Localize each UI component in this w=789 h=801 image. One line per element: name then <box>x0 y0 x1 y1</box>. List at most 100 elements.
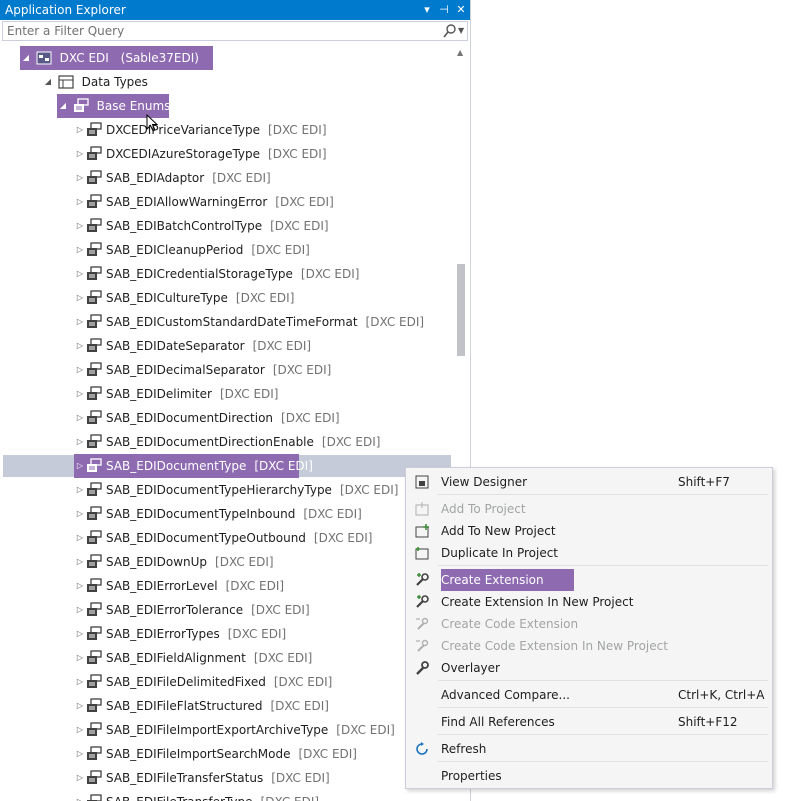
close-icon[interactable]: ✕ <box>454 2 468 18</box>
tree-node-enum[interactable]: ▷ SAB_EDIFileDelimitedFixed [DXC EDI] <box>74 670 332 694</box>
tree-node-enum[interactable]: ▷ SAB_EDIBatchControlType [DXC EDI] <box>74 214 329 238</box>
enum-icon <box>87 674 102 688</box>
enum-label: SAB_EDIBatchControlType <box>106 219 263 233</box>
expand-arrow-icon[interactable]: ▷ <box>74 742 86 766</box>
tree-node-enum[interactable]: ▷ SAB_EDICustomStandardDateTimeFormat [DXC… <box>74 310 424 334</box>
model-tag: [DXC EDI] <box>268 123 327 137</box>
expand-arrow-icon[interactable]: ▷ <box>74 718 86 742</box>
tree-node-enum[interactable]: ▷ SAB_EDIFileImportExportArchiveType [DXC … <box>74 718 395 742</box>
menu-separator <box>438 494 768 495</box>
expand-arrow-icon[interactable]: ▷ <box>74 550 86 574</box>
tree-node-enum[interactable]: ▷ DXCEDIPriceVarianceType [DXC EDI] <box>74 118 327 142</box>
menu-item-advanced-compare[interactable]: Advanced Compare... Ctrl+K, Ctrl+A <box>408 684 770 706</box>
search-icon[interactable] <box>442 23 458 39</box>
expand-arrow-icon[interactable]: ▷ <box>74 670 86 694</box>
expand-arrow-icon[interactable]: ▷ <box>74 598 86 622</box>
window-dropdown-icon[interactable]: ▾ <box>420 2 434 18</box>
menu-item-refresh[interactable]: Refresh <box>408 738 770 760</box>
tree-node-enum[interactable]: ▷ SAB_EDIAllowWarningError [DXC EDI] <box>74 190 334 214</box>
expand-arrow-icon[interactable]: ▷ <box>74 430 86 454</box>
tree-node-enum[interactable]: ▷ SAB_EDIDocumentTypeInbound [DXC EDI] <box>74 502 362 526</box>
tree-node-enum[interactable]: ▷ SAB_EDIFileTransferType [DXC EDI] <box>74 790 319 801</box>
expand-arrow-icon[interactable]: ▷ <box>74 790 86 801</box>
expand-arrow-icon[interactable]: ▷ <box>74 574 86 598</box>
tree-node-enum[interactable]: ▷ SAB_EDICredentialStorageType [DXC EDI] <box>74 262 359 286</box>
expand-arrow-icon[interactable]: ▷ <box>74 238 86 262</box>
enum-icon <box>87 746 102 760</box>
expand-arrow-icon[interactable]: ▷ <box>74 286 86 310</box>
collapse-arrow-icon[interactable]: ◢ <box>42 70 54 94</box>
enum-label: SAB_EDIDecimalSeparator <box>106 363 265 377</box>
menu-item-find-all-references[interactable]: Find All References Shift+F12 <box>408 711 770 733</box>
expand-arrow-icon[interactable]: ▷ <box>74 334 86 358</box>
expand-arrow-icon[interactable]: ▷ <box>74 214 86 238</box>
expand-arrow-icon[interactable]: ▷ <box>74 262 86 286</box>
tree-node-enum[interactable]: ▷ SAB_EDIDownUp [DXC EDI] <box>74 550 274 574</box>
tree-node-enum[interactable]: ▷ SAB_EDIFileTransferStatus [DXC EDI] <box>74 766 330 790</box>
tree-node-enum[interactable]: ▷ SAB_EDIErrorLevel [DXC EDI] <box>74 574 284 598</box>
filter-options-icon[interactable]: ▼ <box>458 23 464 39</box>
menu-item-overlayer[interactable]: Overlayer <box>408 657 770 679</box>
scrollbar-thumb[interactable] <box>457 264 465 356</box>
tree-node-enum[interactable]: ▷ SAB_EDIDocumentDirection [DXC EDI] <box>74 406 340 430</box>
menu-item-duplicate-in-project[interactable]: Duplicate In Project <box>408 542 770 564</box>
menu-item-create-extension[interactable]: Create Extension <box>408 569 770 591</box>
enum-label: SAB_EDIFileImportSearchMode <box>106 747 291 761</box>
expand-arrow-icon[interactable]: ▷ <box>74 454 86 478</box>
base-enums-label: Base Enums <box>96 99 171 113</box>
tree-node-enum[interactable]: ▷ SAB_EDIDocumentDirectionEnable [DXC EDI] <box>74 430 380 454</box>
expand-arrow-icon[interactable]: ▷ <box>74 310 86 334</box>
enum-icon <box>87 338 102 352</box>
tree-node-data-types[interactable]: ◢ Data Types <box>42 70 148 94</box>
tree-node-enum[interactable]: ▷ SAB_EDIDocumentType [DXC EDI] <box>74 454 313 478</box>
refresh-icon <box>416 742 428 755</box>
menu-item-add-to-new-project[interactable]: Add To New Project <box>408 520 770 542</box>
menu-item-create-extension-in-new-project[interactable]: Create Extension In New Project <box>408 591 770 613</box>
tree-node-enum[interactable]: ▷ SAB_EDIDocumentTypeHierarchyType [DXC ED… <box>74 478 398 502</box>
expand-arrow-icon[interactable]: ▷ <box>74 166 86 190</box>
tree-node-enum[interactable]: ▷ SAB_EDIDocumentTypeOutbound [DXC EDI] <box>74 526 372 550</box>
menu-item-create-code-extension[interactable]: Create Code Extension <box>408 613 770 635</box>
expand-arrow-icon[interactable]: ▷ <box>74 382 86 406</box>
menu-item-add-to-project[interactable]: Add To Project <box>408 498 770 520</box>
tree-node-enum[interactable]: ▷ SAB_EDIDelimiter [DXC EDI] <box>74 382 279 406</box>
code-extension-icon <box>416 639 429 652</box>
expand-arrow-icon[interactable]: ▷ <box>74 526 86 550</box>
menu-item-label: Create Code Extension <box>441 617 579 631</box>
tree-node-enum[interactable]: ▷ SAB_EDIFileImportSearchMode [DXC EDI] <box>74 742 357 766</box>
menu-item-label: Duplicate In Project <box>441 546 558 560</box>
pin-icon[interactable]: ⊣ <box>437 2 451 18</box>
menu-item-label: Add To New Project <box>441 524 556 538</box>
expand-arrow-icon[interactable]: ▷ <box>74 190 86 214</box>
collapse-arrow-icon[interactable]: ◢ <box>57 94 69 118</box>
tree-node-enum[interactable]: ▷ SAB_EDICleanupPeriod [DXC EDI] <box>74 238 310 262</box>
tree-node-enum[interactable]: ▷ SAB_EDIErrorTolerance [DXC EDI] <box>74 598 310 622</box>
menu-item-properties[interactable]: Properties <box>408 765 770 787</box>
expand-arrow-icon[interactable]: ▷ <box>74 766 86 790</box>
tree-node-enum[interactable]: ▷ SAB_EDIDecimalSeparator [DXC EDI] <box>74 358 331 382</box>
filter-input[interactable] <box>3 22 433 40</box>
tree-node-root[interactable]: ◢ DXC EDI (Sable37EDI) <box>20 46 213 70</box>
menu-item-create-code-extension-in-new-project[interactable]: Create Code Extension In New Project <box>408 635 770 657</box>
expand-arrow-icon[interactable]: ▷ <box>74 646 86 670</box>
tree-node-enum[interactable]: ▷ SAB_EDIDateSeparator [DXC EDI] <box>74 334 311 358</box>
tree-node-enum[interactable]: ▷ SAB_EDIErrorTypes [DXC EDI] <box>74 622 286 646</box>
menu-item-view-designer[interactable]: View Designer Shift+F7 <box>408 471 770 493</box>
expand-arrow-icon[interactable]: ▷ <box>74 478 86 502</box>
tree-node-enum[interactable]: ▷ SAB_EDIAdaptor [DXC EDI] <box>74 166 271 190</box>
scroll-up-icon[interactable]: ▲ <box>457 48 463 57</box>
tree-node-enum[interactable]: ▷ DXCEDIAzureStorageType [DXC EDI] <box>74 142 327 166</box>
expand-arrow-icon[interactable]: ▷ <box>74 622 86 646</box>
enum-icon <box>87 602 102 616</box>
expand-arrow-icon[interactable]: ▷ <box>74 502 86 526</box>
expand-arrow-icon[interactable]: ▷ <box>74 358 86 382</box>
collapse-arrow-icon[interactable]: ◢ <box>20 46 32 70</box>
tree-node-enum[interactable]: ▷ SAB_EDIFileFlatStructured [DXC EDI] <box>74 694 329 718</box>
tree-node-enum[interactable]: ▷ SAB_EDIFieldAlignment [DXC EDI] <box>74 646 312 670</box>
expand-arrow-icon[interactable]: ▷ <box>74 406 86 430</box>
expand-arrow-icon[interactable]: ▷ <box>74 142 86 166</box>
tree-node-enum[interactable]: ▷ SAB_EDICultureType [DXC EDI] <box>74 286 294 310</box>
enum-label: DXCEDIPriceVarianceType <box>106 123 261 137</box>
expand-arrow-icon[interactable]: ▷ <box>74 118 86 142</box>
expand-arrow-icon[interactable]: ▷ <box>74 694 86 718</box>
